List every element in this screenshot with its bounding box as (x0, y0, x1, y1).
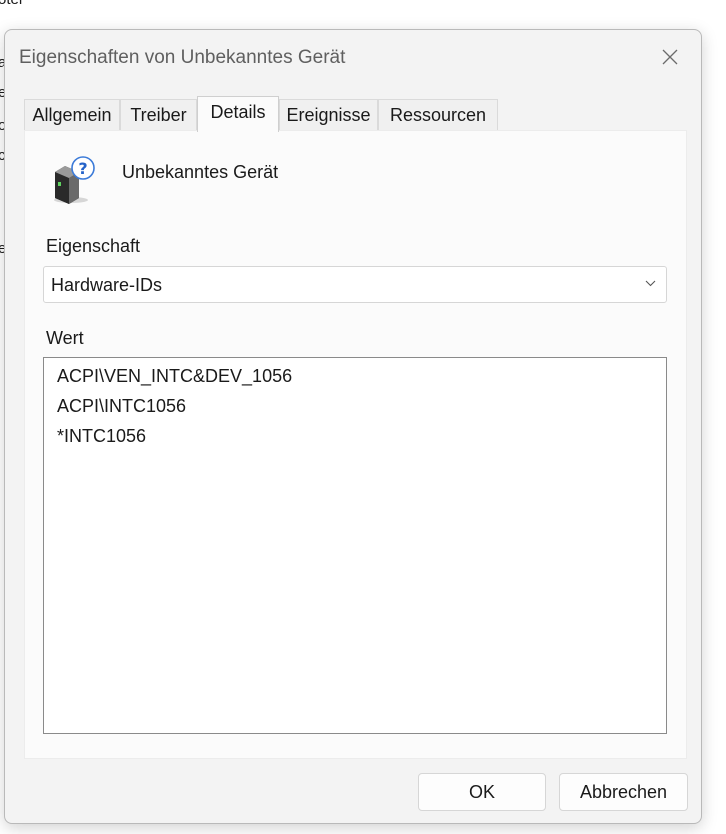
list-item[interactable]: ACPI\INTC1056 (57, 396, 186, 417)
tab-ereignisse[interactable]: Ereignisse (279, 99, 378, 131)
list-item[interactable]: *INTC1056 (57, 426, 146, 447)
property-selected-value: Hardware-IDs (51, 275, 163, 295)
tab-details[interactable]: Details (197, 96, 279, 132)
dialog-title: Eigenschaften von Unbekanntes Gerät (19, 47, 346, 68)
dialog-titlebar[interactable]: Eigenschaften von Unbekanntes Gerät (5, 30, 701, 86)
tab-allgemein[interactable]: Allgemein (24, 99, 120, 131)
device-name: Unbekanntes Gerät (122, 162, 279, 182)
tab-treiber[interactable]: Treiber (120, 99, 197, 131)
close-button[interactable] (653, 40, 687, 74)
property-dropdown[interactable]: Hardware-IDs (43, 266, 667, 303)
value-listbox[interactable]: ACPI\VEN_INTC&DEV_1056 ACPI\INTC1056 *IN… (43, 357, 667, 734)
ok-button[interactable]: OK (418, 773, 546, 811)
details-panel: ? Unbekanntes Gerät Eigenschaft Hardware… (24, 130, 687, 759)
value-label: Wert (46, 328, 84, 348)
background-text-fragment: oter (0, 0, 24, 8)
svg-text:?: ? (78, 159, 87, 178)
property-label: Eigenschaft (46, 236, 141, 256)
properties-dialog: Eigenschaften von Unbekanntes Gerät Allg… (4, 29, 702, 824)
tab-ressourcen[interactable]: Ressourcen (378, 99, 498, 131)
unknown-device-icon: ? (49, 154, 99, 206)
close-icon (662, 49, 678, 65)
list-item[interactable]: ACPI\VEN_INTC&DEV_1056 (57, 366, 292, 387)
cancel-button[interactable]: Abbrechen (559, 773, 688, 811)
chevron-down-icon (645, 280, 656, 287)
